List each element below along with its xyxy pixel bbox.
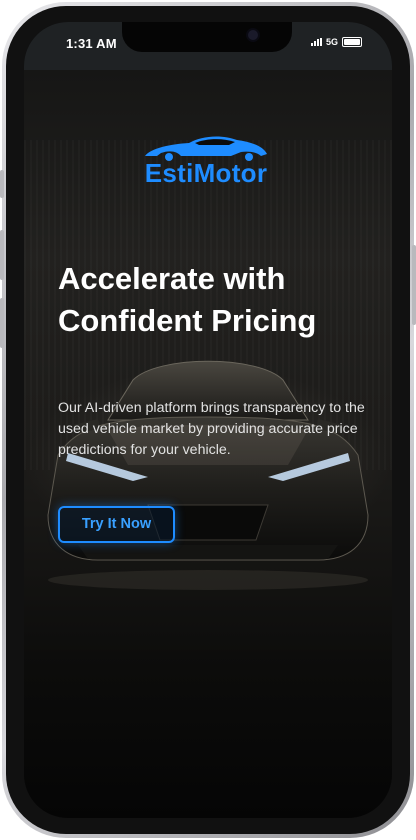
car-image (47, 360, 369, 590)
network-type: 5G (325, 37, 338, 47)
dynamic-island (122, 22, 292, 52)
phone-screen: 1:31 AM 5G EstiMotor Accelerate with Con… (24, 22, 392, 818)
hero-section: EstiMotor Accelerate with Confident Pric… (24, 70, 392, 818)
hero-headline: Accelerate with Confident Pricing (58, 261, 317, 338)
brand-name: EstiMotor (144, 158, 268, 188)
brand-logo: EstiMotor (126, 132, 286, 202)
battery-icon (342, 37, 362, 47)
status-bar: 1:31 AM 5G (24, 22, 392, 70)
power-button (412, 245, 416, 325)
status-indicators: 5G (310, 37, 362, 47)
action-button (0, 170, 4, 198)
front-camera-icon (246, 28, 260, 42)
volume-down-button (0, 298, 4, 348)
volume-up-button (0, 230, 4, 280)
hero-description: Our AI-driven platform brings transparen… (58, 400, 365, 458)
try-it-now-button[interactable]: Try It Now (58, 506, 175, 543)
signal-bars-icon (310, 38, 322, 46)
status-time: 1:31 AM (66, 36, 117, 51)
